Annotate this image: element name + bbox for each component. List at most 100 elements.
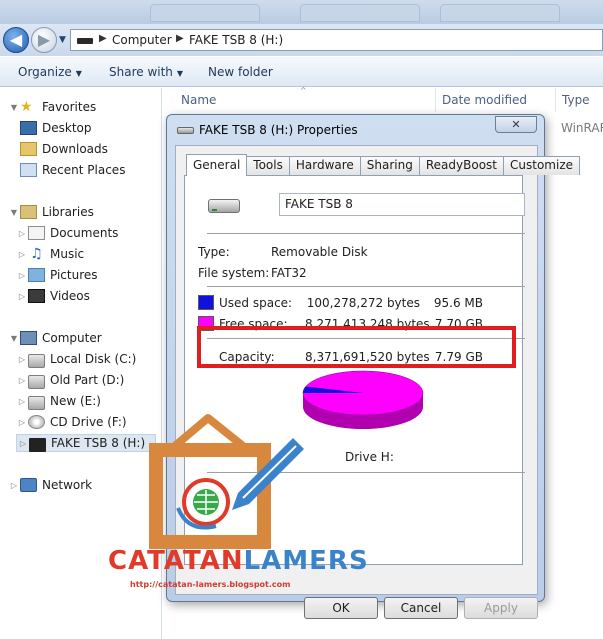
nav-label: Network <box>42 478 93 492</box>
share-with-menu[interactable]: Share with ▼ <box>109 65 183 79</box>
breadcrumb-chevron-icon[interactable]: ▶ <box>99 33 107 44</box>
star-icon: ★ <box>20 99 33 115</box>
nav-downloads[interactable]: Downloads <box>20 140 108 158</box>
nav-libraries[interactable]: ▼ Libraries <box>8 203 94 221</box>
videos-icon <box>28 289 45 303</box>
nav-label: Local Disk (C:) <box>50 352 137 366</box>
expander-icon[interactable]: ▷ <box>16 397 28 406</box>
nav-label: Downloads <box>42 142 108 156</box>
pictures-icon <box>28 268 45 282</box>
tab-strip: General Tools Hardware Sharing ReadyBoos… <box>186 154 581 176</box>
hard-drive-icon <box>28 374 45 389</box>
removable-drive-icon <box>208 199 240 213</box>
expander-icon[interactable]: ▷ <box>17 439 29 448</box>
used-space-swatch <box>198 295 214 310</box>
expander-icon[interactable]: ▷ <box>16 418 28 427</box>
close-icon: ✕ <box>511 118 521 131</box>
nav-videos[interactable]: ▷ Videos <box>16 287 90 305</box>
cd-drive-icon <box>28 415 45 429</box>
ok-button[interactable]: OK <box>304 597 378 619</box>
hard-drive-icon <box>28 353 45 368</box>
drive-icon <box>77 38 93 44</box>
nav-label: Favorites <box>42 100 97 114</box>
nav-local-disk-c[interactable]: ▷ Local Disk (C:) <box>16 350 136 368</box>
nav-new-e[interactable]: ▷ New (E:) <box>16 392 101 410</box>
expander-icon[interactable]: ▼ <box>8 103 20 112</box>
nav-pictures[interactable]: ▷ Pictures <box>16 266 98 284</box>
tab-readyboost[interactable]: ReadyBoost <box>418 156 505 175</box>
type-value: Removable Disk <box>271 245 368 259</box>
tab-tools[interactable]: Tools <box>246 156 290 175</box>
used-space-bytes: 100,278,272 bytes <box>306 296 420 310</box>
nav-recent-places[interactable]: Recent Places <box>20 161 125 179</box>
new-folder-button[interactable]: New folder <box>208 65 273 79</box>
recent-places-icon <box>20 163 37 177</box>
expander-icon[interactable]: ▷ <box>16 271 28 280</box>
share-with-label: Share with <box>109 65 173 79</box>
expander-icon[interactable]: ▷ <box>16 292 28 301</box>
nav-music[interactable]: ▷ ♫ Music <box>16 245 84 263</box>
nav-old-part-d[interactable]: ▷ Old Part (D:) <box>16 371 124 389</box>
history-dropdown-icon[interactable]: ▼ <box>59 35 66 45</box>
column-divider[interactable] <box>435 88 436 112</box>
nav-label: Recent Places <box>42 163 126 177</box>
expander-icon[interactable]: ▷ <box>16 229 28 238</box>
tab-general[interactable]: General <box>186 154 248 176</box>
breadcrumb-drive[interactable]: FAKE TSB 8 (H:) <box>189 33 283 47</box>
tab-sharing[interactable]: Sharing <box>359 156 420 175</box>
column-header-type[interactable]: Type <box>562 88 590 112</box>
divider <box>207 233 525 234</box>
expander-icon[interactable]: ▷ <box>16 250 28 259</box>
column-header-name[interactable]: Name <box>181 88 216 112</box>
watermark-brand-part2: LAMERS <box>243 546 369 576</box>
column-header-date-modified[interactable]: Date modified <box>442 88 527 112</box>
nav-label: Videos <box>50 289 90 303</box>
file-system-label: File system: <box>198 266 270 280</box>
watermark-brand-part1: CATATAN <box>108 546 244 576</box>
expander-icon[interactable]: ▼ <box>8 334 20 343</box>
apply-button[interactable]: Apply <box>464 597 538 619</box>
nav-network[interactable]: ▷ Network <box>8 476 92 494</box>
drive-name-field[interactable]: FAKE TSB 8 <box>279 193 525 216</box>
nav-computer[interactable]: ▼ Computer <box>8 329 102 347</box>
expander-icon[interactable]: ▼ <box>8 208 20 217</box>
background-tab <box>150 4 260 22</box>
nav-label: New (E:) <box>50 394 101 408</box>
used-space-size: 95.6 MB <box>433 296 483 310</box>
sort-up-icon: ^ <box>300 86 307 95</box>
address-row: ◀ ▶ ▼ ▶ Computer ▶ FAKE TSB 8 (H:) <box>0 24 603 56</box>
nav-label: Computer <box>42 331 102 345</box>
watermark-brand: CATATANLAMERS <box>108 546 369 576</box>
documents-icon <box>28 226 45 240</box>
cancel-button[interactable]: Cancel <box>384 597 458 619</box>
libraries-icon <box>20 205 37 219</box>
forward-arrow-icon: ▶ <box>37 30 51 49</box>
nav-documents[interactable]: ▷ Documents <box>16 224 118 242</box>
usb-drive-icon <box>177 127 194 134</box>
drive-caption: Drive H: <box>345 450 394 464</box>
nav-label: Desktop <box>42 121 92 135</box>
expander-icon[interactable]: ▷ <box>8 481 20 490</box>
expander-icon[interactable]: ▷ <box>16 355 28 364</box>
breadcrumb-computer[interactable]: Computer <box>112 33 172 47</box>
computer-icon <box>20 331 37 345</box>
chevron-down-icon: ▼ <box>176 69 184 78</box>
nav-label: Old Part (D:) <box>50 373 125 387</box>
nav-label: Libraries <box>42 205 94 219</box>
tab-customize[interactable]: Customize <box>503 156 581 175</box>
file-row-type: WinRAR <box>561 121 603 135</box>
organize-menu[interactable]: Organize ▼ <box>18 65 82 79</box>
column-divider[interactable] <box>555 88 556 112</box>
tab-hardware[interactable]: Hardware <box>288 156 361 175</box>
expander-icon[interactable]: ▷ <box>16 376 28 385</box>
close-button[interactable]: ✕ <box>495 116 537 133</box>
nav-desktop[interactable]: Desktop <box>20 119 92 137</box>
nav-label: Pictures <box>50 268 98 282</box>
address-bar[interactable]: ▶ Computer ▶ FAKE TSB 8 (H:) <box>70 29 603 51</box>
forward-button[interactable]: ▶ <box>31 27 57 53</box>
breadcrumb-chevron-icon[interactable]: ▶ <box>176 33 184 44</box>
background-tab <box>300 4 420 22</box>
background-tab <box>440 4 560 22</box>
nav-favorites[interactable]: ▼ ★ Favorites <box>8 98 96 116</box>
back-button[interactable]: ◀ <box>3 27 29 53</box>
